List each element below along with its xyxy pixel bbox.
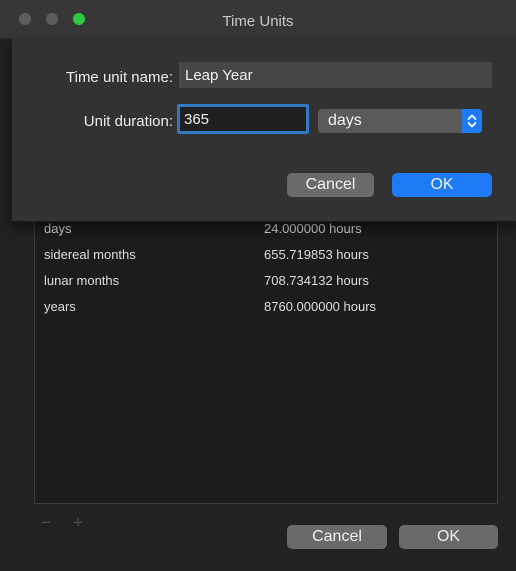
- duration-unit-value: days: [328, 112, 362, 129]
- unit-name: years: [44, 299, 76, 314]
- cancel-button[interactable]: Cancel: [287, 525, 387, 549]
- list-item[interactable]: years 8760.000000 hours: [35, 293, 497, 319]
- ok-button[interactable]: OK: [399, 525, 498, 549]
- list-item[interactable]: sidereal months 655.719853 hours: [35, 241, 497, 267]
- duration-unit-select[interactable]: days: [318, 109, 482, 133]
- unit-duration: 8760.000000 hours: [264, 299, 377, 314]
- unit-name: lunar months: [44, 273, 120, 288]
- window-title: Time Units: [222, 13, 294, 30]
- chevron-up-down-icon: [462, 109, 482, 133]
- unit-duration: 24.000000 hours: [264, 221, 362, 236]
- list-item[interactable]: lunar months 708.734132 hours: [35, 267, 497, 293]
- unit-name: sidereal months: [44, 247, 136, 262]
- time-units-list[interactable]: days 24.000000 hours sidereal months 655…: [34, 214, 498, 504]
- unit-duration-label: Unit duration:: [83, 113, 173, 130]
- unit-name: days: [44, 221, 72, 236]
- time-unit-name-label: Time unit name:: [66, 69, 173, 86]
- unit-duration: 708.734132 hours: [264, 273, 369, 288]
- unit-duration: 655.719853 hours: [264, 247, 369, 262]
- unit-duration-field[interactable]: [177, 104, 309, 134]
- add-unit-button[interactable]: +: [73, 513, 83, 533]
- time-units-window: Time Units days 24.000000 hours sidereal…: [0, 0, 516, 571]
- time-unit-name-field[interactable]: [179, 62, 492, 88]
- sheet-cancel-button[interactable]: Cancel: [287, 173, 374, 197]
- remove-unit-button[interactable]: −: [41, 513, 51, 533]
- title-bar: Time Units: [0, 0, 516, 39]
- new-time-unit-sheet: Time unit name: Unit duration: days Canc…: [12, 38, 516, 222]
- sheet-ok-button[interactable]: OK: [392, 173, 492, 197]
